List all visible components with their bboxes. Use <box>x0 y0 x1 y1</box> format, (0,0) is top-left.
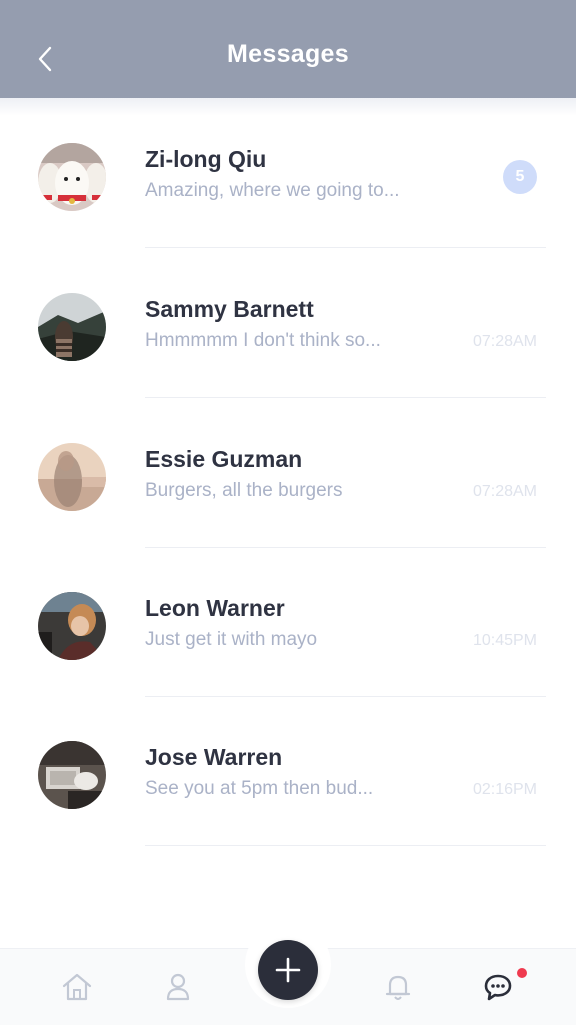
home-icon <box>62 973 92 1001</box>
header: Messages <box>0 0 576 98</box>
tab-messages[interactable] <box>478 967 518 1007</box>
contact-name: Jose Warren <box>145 744 283 770</box>
conversation-row[interactable]: Jose Warren See you at 5pm then bud... 0… <box>0 696 576 846</box>
add-button[interactable] <box>258 940 318 1000</box>
message-time: 02:16PM <box>472 781 537 798</box>
contact-name: Leon Warner <box>145 595 285 621</box>
avatar <box>38 443 106 511</box>
message-preview: Just get it with mayo <box>145 629 318 650</box>
bell-icon <box>385 975 411 1000</box>
avatar <box>38 293 106 361</box>
tab-profile[interactable] <box>158 967 198 1007</box>
contact-name: Essie Guzman <box>145 446 303 472</box>
profile-icon <box>166 973 190 1001</box>
avatar <box>38 741 106 809</box>
message-time: 07:28AM <box>472 333 537 350</box>
unread-badge: 5 <box>503 160 537 194</box>
conversation-row[interactable]: Leon Warner Just get it with mayo 10:45P… <box>0 547 576 697</box>
contact-name: Sammy Barnett <box>145 296 314 322</box>
conversation-row[interactable]: Essie Guzman Burgers, all the burgers 07… <box>0 398 576 548</box>
add-icon <box>275 957 301 983</box>
contact-name: Zi-long Qiu <box>145 146 267 172</box>
message-preview: Amazing, where we going to... <box>145 180 400 201</box>
message-time: 07:28AM <box>472 483 537 500</box>
message-preview: Hmmmmm I don't think so... <box>145 330 381 351</box>
page-title: Messages <box>227 40 349 68</box>
avatar <box>38 592 106 660</box>
tab-notifications[interactable] <box>378 967 418 1007</box>
conversation-row[interactable]: Sammy Barnett Hmmmmm I don't think so...… <box>0 248 576 398</box>
message-preview: Burgers, all the burgers <box>145 480 343 501</box>
tab-home[interactable] <box>57 967 97 1007</box>
avatar <box>38 143 106 211</box>
chat-icon <box>484 974 512 1001</box>
notification-dot <box>517 968 527 978</box>
message-time: 10:45PM <box>472 632 537 649</box>
message-preview: See you at 5pm then bud... <box>145 778 374 799</box>
conversation-row[interactable]: Zi-long Qiu Amazing, where we going to..… <box>0 98 576 248</box>
divider <box>145 845 546 846</box>
